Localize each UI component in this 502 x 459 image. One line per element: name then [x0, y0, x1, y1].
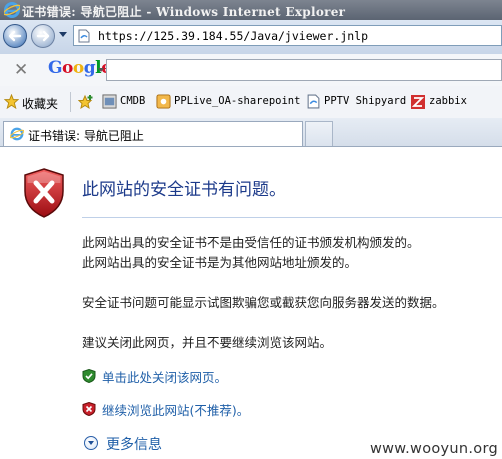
- page-favicon-icon: [307, 94, 320, 109]
- favorite-label: PPLive_OA-sharepoint: [174, 95, 301, 107]
- recommendation-text: 建议关闭此网页，并且不要继续浏览该网站。: [82, 335, 333, 350]
- new-tab-button[interactable]: [305, 121, 333, 146]
- google-menu-dropdown[interactable]: [98, 68, 104, 72]
- tab-bar: 证书错误: 导航已阻止: [0, 118, 502, 147]
- google-toolbar: ✕ Google: [0, 54, 502, 87]
- arrow-left-icon: [8, 30, 22, 42]
- google-search-input[interactable]: [106, 59, 502, 81]
- more-info-label: 更多信息: [106, 437, 162, 453]
- add-star-icon: [78, 94, 93, 110]
- favorite-label: PPTV Shipyard: [324, 95, 407, 107]
- ie-tab-icon: [10, 127, 24, 141]
- add-favorite-button[interactable]: [78, 94, 94, 110]
- divider: [82, 217, 502, 218]
- favorites-bar: 收藏夹 CMDB PPLive_OA-sharepoint PPTV Shipy…: [0, 86, 502, 119]
- red-shield-icon: [82, 402, 96, 416]
- error-description: 此网站出具的安全证书不是由受信任的证书颁发机构颁发的。 此网站出具的安全证书是为…: [82, 233, 420, 273]
- recent-pages-dropdown[interactable]: [59, 32, 67, 37]
- zabbix-favicon-icon: [411, 95, 425, 109]
- favorites-label: 收藏夹: [22, 97, 59, 111]
- address-toolbar: https://125.39.184.55/Java/jviewer.jnlp: [0, 20, 502, 54]
- title-bar: 证书错误: 导航已阻止 - Windows Internet Explorer: [0, 0, 502, 20]
- page-title: 此网站的安全证书有问题。: [82, 180, 286, 200]
- forward-button[interactable]: [31, 24, 55, 48]
- chevron-down-icon: [84, 436, 98, 450]
- watermark: www.wooyun.org: [369, 441, 498, 457]
- page-icon: [78, 29, 90, 43]
- error-line: 此网站出具的安全证书不是由受信任的证书颁发机构颁发的。: [82, 235, 420, 250]
- cmdb-favicon-icon: [102, 94, 117, 109]
- error-shield-icon: [24, 168, 64, 218]
- favorite-label: CMDB: [120, 95, 146, 107]
- error-line: 此网站出具的安全证书是为其他网站地址颁发的。: [82, 255, 358, 270]
- tab-certificate-error[interactable]: 证书错误: 导航已阻止: [3, 121, 303, 146]
- back-button[interactable]: [3, 24, 27, 48]
- star-icon: [4, 94, 19, 109]
- green-shield-icon: [82, 369, 96, 383]
- continue-link-text: 继续浏览此网站(不推荐)。: [102, 403, 250, 418]
- sharepoint-favicon-icon: [156, 94, 171, 109]
- favorite-label: zabbix: [429, 95, 467, 107]
- close-toolbar-icon[interactable]: ✕: [14, 60, 28, 80]
- security-warning-text: 安全证书问题可能显示试图欺骗您或截获您向服务器发送的数据。: [82, 295, 445, 310]
- url-text: https://125.39.184.55/Java/jviewer.jnlp: [98, 29, 369, 43]
- close-page-link-text: 单击此处关闭该网页。: [102, 370, 228, 385]
- window-title: 证书错误: 导航已阻止 - Windows Internet Explorer: [22, 5, 346, 19]
- tab-label: 证书错误: 导航已阻止: [28, 129, 144, 143]
- arrow-right-icon: [36, 30, 50, 42]
- ie-logo-icon: [4, 2, 20, 18]
- address-bar[interactable]: https://125.39.184.55/Java/jviewer.jnlp: [73, 25, 502, 46]
- favorites-separator: [70, 92, 71, 112]
- page-content: 此网站的安全证书有问题。 此网站出具的安全证书不是由受信任的证书颁发机构颁发的。…: [0, 147, 502, 459]
